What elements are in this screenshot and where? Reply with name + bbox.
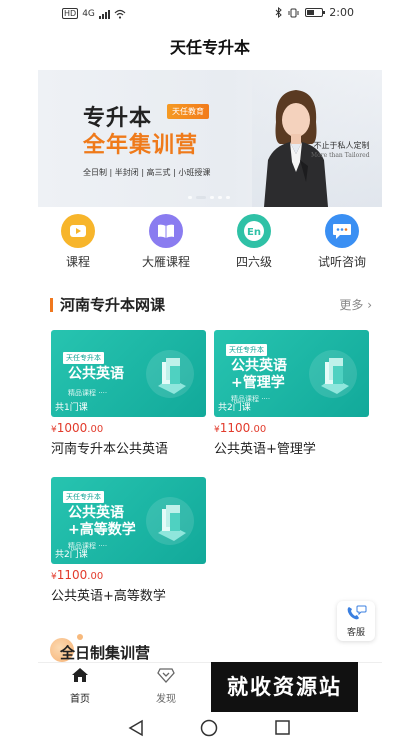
course-count: 共2门课 <box>218 403 251 413</box>
hd-badge: HD <box>62 8 79 19</box>
bluetooth-icon <box>275 7 283 18</box>
back-icon[interactable] <box>128 719 143 737</box>
course-thumb-title: 公共英语 +高等数学 <box>68 505 136 539</box>
quick-nav-label: 课程 <box>65 255 90 269</box>
banner-subtitle: 全日制 | 半封闭 | 高三式 | 小班授课 <box>83 168 211 177</box>
course-thumb-tag: 天任专升本 <box>63 352 104 364</box>
network-type: 4G <box>82 8 95 19</box>
course-thumb-title-line2: +高等数学 <box>68 522 136 538</box>
course-thumbnail: 天任专升本 公共英语 +高等数学 精品课程 ···· 共2门课 <box>51 477 206 564</box>
carousel-dot <box>210 196 214 199</box>
course-card[interactable]: 天任专升本 公共英语 +管理学 精品课程 ···· 共2门课 ¥1100.00 公… <box>214 330 369 457</box>
signal-icon <box>98 9 110 19</box>
banner-brand-tag: 天任教育 <box>167 104 209 119</box>
tab-label: 首页 <box>70 694 90 705</box>
course-thumbnail: 天任专升本 公共英语 +管理学 精品课程 ···· 共2门课 <box>214 330 369 417</box>
course-count: 共2门课 <box>55 550 88 560</box>
books-illustration-icon <box>146 497 194 545</box>
home-icon <box>72 668 88 682</box>
tab-home[interactable]: 首页 <box>50 667 110 705</box>
system-nav-bar <box>128 719 290 737</box>
course-thumb-title: 公共英语 <box>68 366 124 383</box>
section-online-courses-header: 河南专升本网课 更多 › <box>50 294 372 316</box>
quick-nav: 课程 大雁课程 En 四六级 试听咨询 <box>38 214 382 274</box>
banner-slogan-cn: 不止于私人定制 <box>313 141 370 150</box>
price-decimal: .00 <box>250 424 267 435</box>
course-title: 公共英语+管理学 <box>214 442 316 457</box>
tab-label: 发现 <box>156 694 176 705</box>
section-accent-bar <box>50 298 53 312</box>
course-price: ¥1000.00 <box>51 421 206 435</box>
course-card[interactable]: 天任专升本 公共英语 +高等数学 精品课程 ···· 共2门课 ¥1100.00 … <box>51 477 206 604</box>
price-decimal: .00 <box>87 424 104 435</box>
section-title: 河南专升本网课 <box>60 296 166 314</box>
course-thumb-tag: 天任专升本 <box>226 344 267 356</box>
svg-text:En: En <box>247 227 261 238</box>
customer-service-label: 客服 <box>346 628 365 638</box>
course-thumbnail: 天任专升本 公共英语 精品课程 ···· 共1门课 <box>51 330 206 417</box>
chat-bubble-icon <box>325 214 359 248</box>
section-decor-dot <box>77 634 83 640</box>
banner-slogan: 不止于私人定制 More than Tailored <box>311 141 370 161</box>
phone-chat-icon <box>347 605 367 620</box>
course-thumb-title-line1: 公共英语 <box>68 505 124 521</box>
banner-slogan-en: More than Tailored <box>311 152 370 159</box>
course-thumb-tag: 天任专升本 <box>63 491 104 503</box>
course-card[interactable]: 天任专升本 公共英语 精品课程 ···· 共1门课 ¥1000.00 河南专升本… <box>51 330 206 457</box>
books-illustration-icon <box>146 350 194 398</box>
course-title: 公共英语+高等数学 <box>51 589 166 604</box>
recents-square-icon[interactable] <box>275 720 290 735</box>
course-thumb-title-line1: 公共英语 <box>68 366 124 382</box>
quick-nav-dayan-course[interactable]: 大雁课程 <box>126 214 206 274</box>
customer-service-button[interactable]: 客服 <box>337 601 375 641</box>
quick-nav-trial-consult[interactable]: 试听咨询 <box>302 214 382 274</box>
more-link[interactable]: 更多 › <box>339 296 372 314</box>
banner-title-line2: 全年集训营 <box>83 133 199 158</box>
battery-icon <box>305 8 326 17</box>
discover-icon <box>157 668 175 683</box>
price-integer: 1100 <box>56 568 88 582</box>
course-thumb-title-line2: +管理学 <box>231 375 285 391</box>
promo-banner[interactable]: 专升本 天任教育 全年集训营 全日制 | 半封闭 | 高三式 | 小班授课 不止… <box>38 70 382 207</box>
watermark-overlay: 就收资源站 <box>211 662 358 712</box>
page-title: 天任专升本 <box>169 38 250 57</box>
more-link-label: 更多 <box>339 298 364 312</box>
price-integer: 1100 <box>219 421 251 435</box>
course-title: 河南专升本公共英语 <box>51 442 169 457</box>
wifi-icon <box>114 9 126 19</box>
quick-nav-label: 四六级 <box>235 255 272 269</box>
course-price: ¥1100.00 <box>51 568 206 582</box>
carousel-dot <box>188 196 192 199</box>
quick-nav-label: 大雁课程 <box>141 255 190 269</box>
network-indicators: HD 4G <box>62 8 126 19</box>
course-price: ¥1100.00 <box>214 421 369 435</box>
course-thumb-subtitle: 精品课程 ···· <box>68 389 108 397</box>
carousel-dot <box>218 196 222 199</box>
course-count: 共1门课 <box>55 403 88 413</box>
chevron-right-icon: › <box>363 298 372 312</box>
course-thumb-title: 公共英语 +管理学 <box>231 358 287 392</box>
status-bar: HD 4G 2:00 <box>0 0 420 28</box>
price-decimal: .00 <box>87 571 104 582</box>
quick-nav-course[interactable]: 课程 <box>38 214 118 274</box>
course-thumb-title-line1: 公共英语 <box>231 358 287 374</box>
home-circle-icon[interactable] <box>200 719 218 737</box>
book-icon <box>149 214 183 248</box>
vibrate-icon <box>288 8 299 17</box>
quick-nav-label: 试听咨询 <box>317 255 366 269</box>
carousel-dot <box>226 196 230 199</box>
carousel-dot-active <box>196 196 206 199</box>
clock: 2:00 <box>329 6 354 19</box>
english-en-icon: En <box>237 214 271 248</box>
quick-nav-cet[interactable]: En 四六级 <box>214 214 294 274</box>
video-course-icon <box>61 214 95 248</box>
status-right: 2:00 <box>275 6 354 19</box>
carousel-indicator <box>188 196 230 199</box>
tab-discover[interactable]: 发现 <box>136 667 196 705</box>
books-illustration-icon <box>309 350 357 398</box>
section-title: 全日制集训营 <box>60 644 151 662</box>
price-integer: 1000 <box>56 421 88 435</box>
